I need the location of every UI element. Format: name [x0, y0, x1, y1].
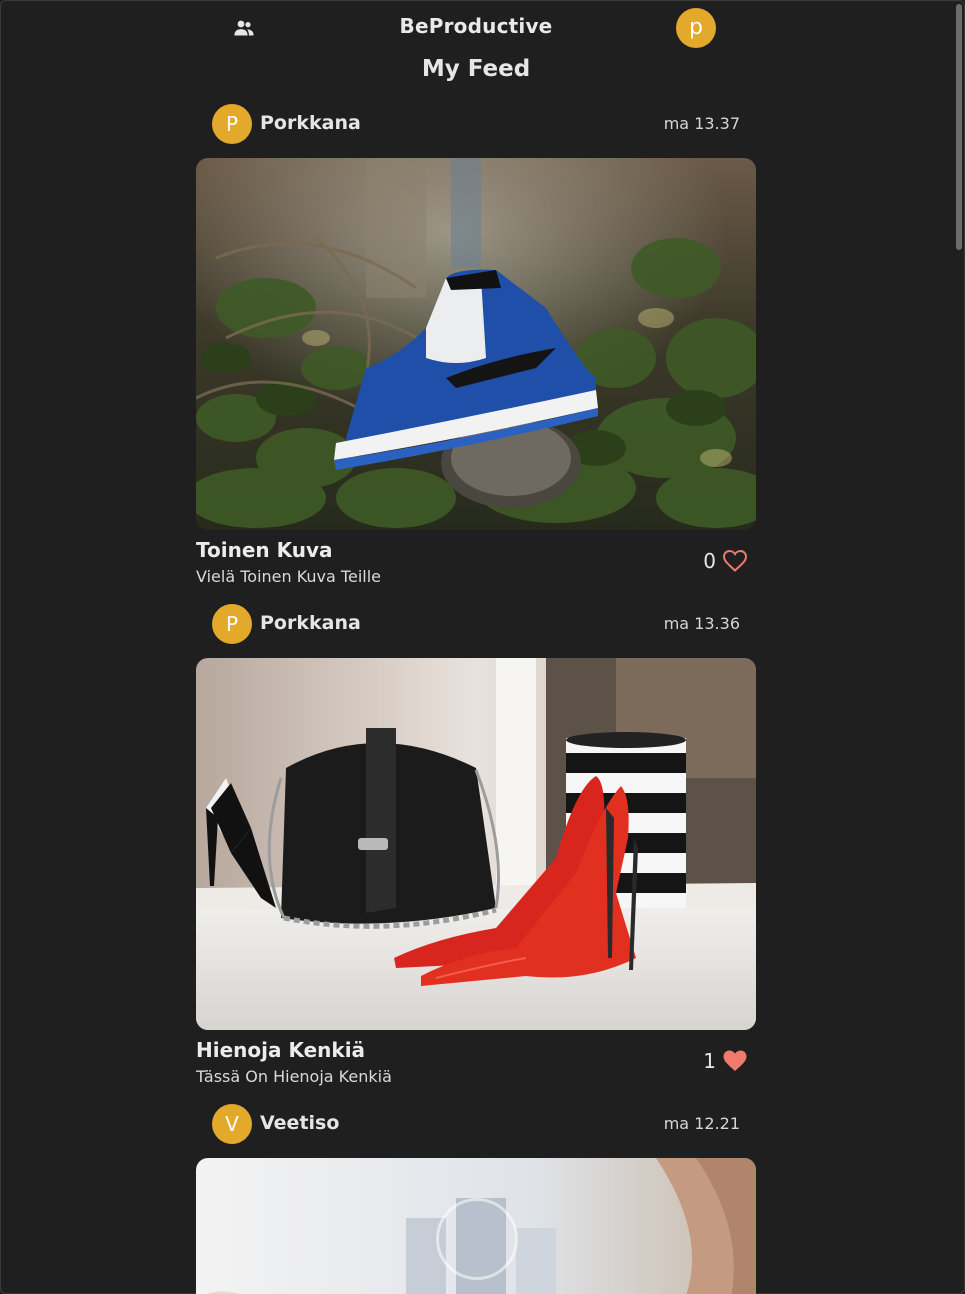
heart-outline-icon: [722, 549, 748, 572]
heels-photo: [196, 658, 756, 1030]
post-time: ma 13.37: [663, 114, 740, 133]
post-image[interactable]: [196, 658, 756, 1030]
post-description: Vielä Toinen Kuva Teille: [196, 567, 381, 586]
avatar[interactable]: P: [212, 104, 252, 144]
feed-post: V Veetiso ma 12.21: [196, 1104, 756, 1294]
scrollbar-thumb[interactable]: [956, 4, 962, 250]
post-header: V Veetiso ma 12.21: [212, 1104, 740, 1144]
avatar[interactable]: V: [212, 1104, 252, 1144]
feed-post: P Porkkana ma 13.36 Hienoja Kenkiä Tässä…: [196, 604, 756, 1104]
post-image[interactable]: [196, 158, 756, 530]
heart-filled-icon: [723, 1050, 747, 1071]
loading-spinner: [436, 1198, 518, 1280]
like-count: 1: [703, 1049, 716, 1073]
avatar[interactable]: P: [212, 604, 252, 644]
scrollbar[interactable]: [955, 0, 963, 1294]
sneaker-photo: [196, 158, 756, 530]
post-time: ma 13.36: [663, 614, 740, 633]
post-image[interactable]: [196, 1158, 756, 1294]
post-header: P Porkkana ma 13.37: [212, 104, 740, 144]
top-bar: BeProductive p: [196, 6, 756, 50]
post-header: P Porkkana ma 13.36: [212, 604, 740, 644]
post-author[interactable]: Veetiso: [260, 1112, 339, 1134]
like-button[interactable]: 1: [703, 1048, 748, 1074]
post-time: ma 12.21: [663, 1114, 740, 1133]
post-description: Tässä On Hienoja Kenkiä: [196, 1067, 392, 1086]
post-author[interactable]: Porkkana: [260, 112, 361, 134]
like-count: 0: [703, 549, 716, 573]
app-title: BeProductive: [399, 14, 553, 38]
profile-avatar[interactable]: p: [676, 8, 716, 48]
page-title: My Feed: [421, 56, 531, 82]
post-title: Hienoja Kenkiä: [196, 1038, 366, 1062]
post-title: Toinen Kuva: [196, 538, 333, 562]
post-author[interactable]: Porkkana: [260, 612, 361, 634]
like-button[interactable]: 0: [703, 548, 748, 574]
feed-post: P Porkkana ma 13.37 Toinen Kuva Vielä To…: [196, 104, 756, 604]
